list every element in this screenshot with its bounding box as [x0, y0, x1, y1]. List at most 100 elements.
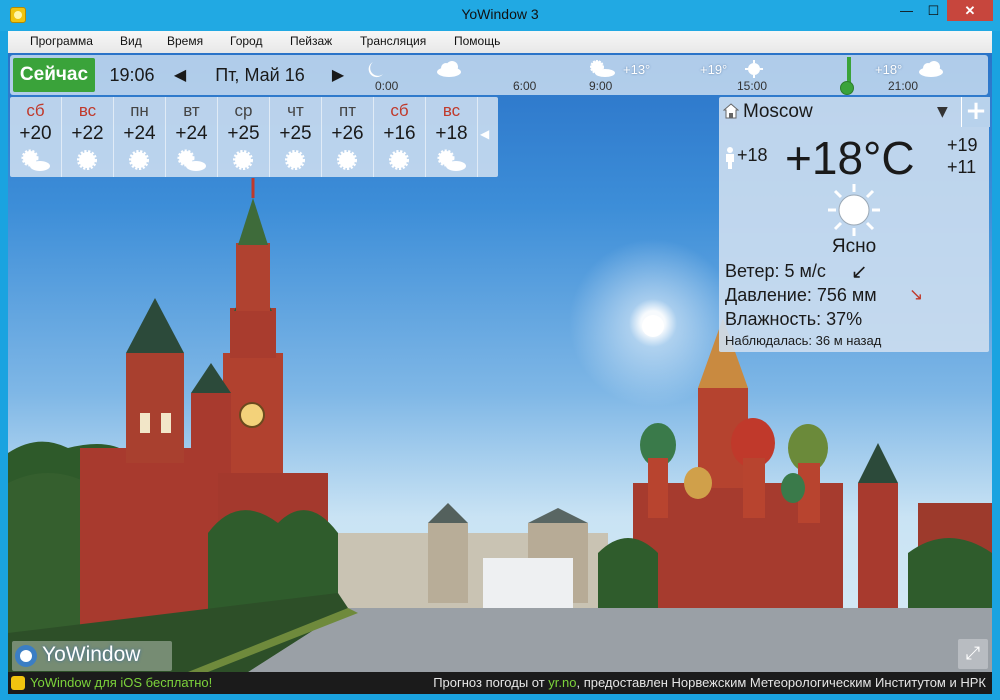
now-button[interactable]: Сейчас — [13, 58, 95, 92]
menu-view[interactable]: Вид — [120, 34, 142, 48]
hour-tick: 9:00 — [589, 79, 613, 93]
humidity-label: Влажность: 37% — [725, 309, 863, 329]
day-name: пт — [339, 101, 356, 120]
forecast-credit: Прогноз погоды от yr.no, предоставлен Но… — [433, 675, 986, 690]
day-name: сб — [390, 101, 409, 120]
collapse-forecast-button[interactable]: ◀ — [480, 127, 489, 141]
low-temp: +11 — [947, 157, 977, 177]
yowindow-logo-icon — [11, 676, 25, 690]
sun-icon — [745, 60, 763, 78]
forecast-day[interactable]: сб +16 — [374, 97, 426, 177]
forecast-day[interactable]: сб +20 — [10, 97, 62, 177]
high-temp: +19 — [947, 135, 978, 155]
menu-landscape[interactable]: Пейзаж — [290, 34, 332, 48]
prev-day-button[interactable]: ◀ — [170, 58, 190, 92]
fullscreen-button[interactable]: ⤢ — [958, 639, 988, 669]
day-name: ср — [234, 101, 253, 120]
credit-suffix: , предоставлен Норвежским Метеорологичес… — [576, 675, 986, 690]
city-selector[interactable]: Moscow ▼ + — [719, 97, 990, 127]
menu-city[interactable]: Город — [230, 34, 262, 48]
maximize-button[interactable]: ☐ — [920, 0, 947, 21]
window-title: YoWindow 3 — [461, 6, 539, 22]
brand-name: YoWindow — [42, 643, 141, 666]
forecast-day[interactable]: вс +22 — [62, 97, 114, 177]
day-name: вс — [442, 101, 461, 120]
day-name: вс — [78, 101, 97, 120]
day-temp: +16 — [383, 123, 416, 144]
current-conditions-panel: Moscow ▼ + +18 +18°C +19 +11 Ясно Ветер:… — [719, 97, 990, 352]
date-navigator: ◀ Пт, Май 16 ▶ — [170, 58, 350, 92]
sun-icon — [828, 184, 880, 236]
app-window: YoWindow 3 — ☐ ✕ Программа Вид Время Гор… — [0, 0, 1000, 700]
sun-icon — [337, 150, 357, 170]
add-city-button[interactable]: + — [961, 97, 990, 127]
day-name: сб — [26, 101, 45, 120]
hour-tick: 0:00 — [375, 79, 399, 93]
yowindow-brand[interactable]: YoWindow — [12, 641, 172, 671]
feels-like-temp: +18 — [737, 145, 768, 165]
minimize-button[interactable]: — — [893, 0, 920, 21]
sun-icon — [129, 150, 149, 170]
forecast-day[interactable]: чт +25 — [270, 97, 322, 177]
sun-icon — [233, 150, 253, 170]
next-day-button[interactable]: ▶ — [328, 58, 348, 92]
menu-broadcast[interactable]: Трансляция — [360, 34, 426, 48]
menu-bar: Программа Вид Время Город Пейзаж Трансля… — [8, 31, 992, 54]
menu-time[interactable]: Время — [167, 34, 203, 48]
day-temp: +18 — [435, 123, 468, 144]
top-bar: Сейчас 19:06 ◀ Пт, Май 16 ▶ +13° +19° +1… — [10, 55, 988, 95]
sun-icon — [285, 150, 305, 170]
partly-cloudy-icon — [590, 60, 615, 77]
forecast-day[interactable]: пт +26 — [322, 97, 374, 177]
ios-promo-link[interactable]: YoWindow для iOS бесплатно! — [30, 675, 212, 690]
day-temp: +25 — [227, 123, 260, 144]
forecast-day[interactable]: ср +25 — [218, 97, 270, 177]
daily-forecast: сб +20 вс +22 пн +24 вт +24 ср +25 чт +2… — [10, 97, 498, 177]
partly-cloudy-icon — [21, 149, 50, 171]
hour-tick: 15:00 — [737, 79, 768, 93]
cloud-icon — [437, 61, 461, 77]
current-temperature: +18°C — [785, 132, 915, 184]
yowindow-logo-icon — [15, 645, 37, 667]
day-name: вт — [183, 101, 200, 120]
observed-time: Наблюдалась: 36 м назад — [725, 333, 882, 348]
day-temp: +24 — [175, 123, 208, 144]
pressure-trend-icon: ↘ — [909, 285, 924, 305]
forecast-day[interactable]: вт +24 — [166, 97, 218, 177]
person-icon — [726, 147, 734, 169]
hour-temp-1: +13° — [623, 62, 651, 77]
moon-icon — [368, 62, 383, 78]
cloud-icon — [919, 61, 943, 77]
close-button[interactable]: ✕ — [947, 0, 993, 21]
yr-link[interactable]: yr.no — [548, 675, 576, 690]
partly-cloudy-icon — [437, 149, 466, 171]
title-bar[interactable]: YoWindow 3 — ☐ ✕ — [0, 0, 1000, 31]
hour-tick: 6:00 — [513, 79, 537, 93]
status-bar: YoWindow для iOS бесплатно! Прогноз пого… — [8, 672, 992, 694]
credit-prefix: Прогноз погоды от — [433, 675, 549, 690]
day-name: пн — [130, 101, 149, 120]
city-name: Moscow — [743, 101, 813, 122]
current-time: 19:06 — [109, 65, 155, 85]
day-temp: +25 — [279, 123, 312, 144]
hourly-timeline[interactable]: +13° +19° +18° 0:00 6:00 9:00 15:00 21:0… — [355, 57, 988, 95]
wind-label: Ветер: 5 м/с — [725, 261, 826, 281]
home-icon — [723, 103, 739, 119]
menu-help[interactable]: Помощь — [454, 34, 500, 48]
sun-icon — [389, 150, 409, 170]
chevron-down-icon[interactable]: ▼ — [937, 104, 948, 120]
day-temp: +22 — [71, 123, 104, 144]
current-date: Пт, Май 16 — [215, 65, 305, 85]
wind-direction-icon: ↑ — [844, 257, 874, 287]
pressure-label: Давление: 756 мм — [725, 285, 877, 305]
current-time-handle[interactable] — [840, 81, 854, 95]
menu-program[interactable]: Программа — [30, 34, 93, 48]
forecast-day[interactable]: вс +18 — [426, 97, 478, 177]
hour-temp-3: +18° — [875, 62, 903, 77]
hour-temp-2: +19° — [700, 62, 728, 77]
day-temp: +20 — [19, 123, 52, 144]
hour-tick: 21:00 — [888, 79, 919, 93]
partly-cloudy-icon — [177, 149, 206, 171]
weather-view: Сейчас 19:06 ◀ Пт, Май 16 ▶ +13° +19° +1… — [8, 53, 992, 672]
forecast-day[interactable]: пн +24 — [114, 97, 166, 177]
